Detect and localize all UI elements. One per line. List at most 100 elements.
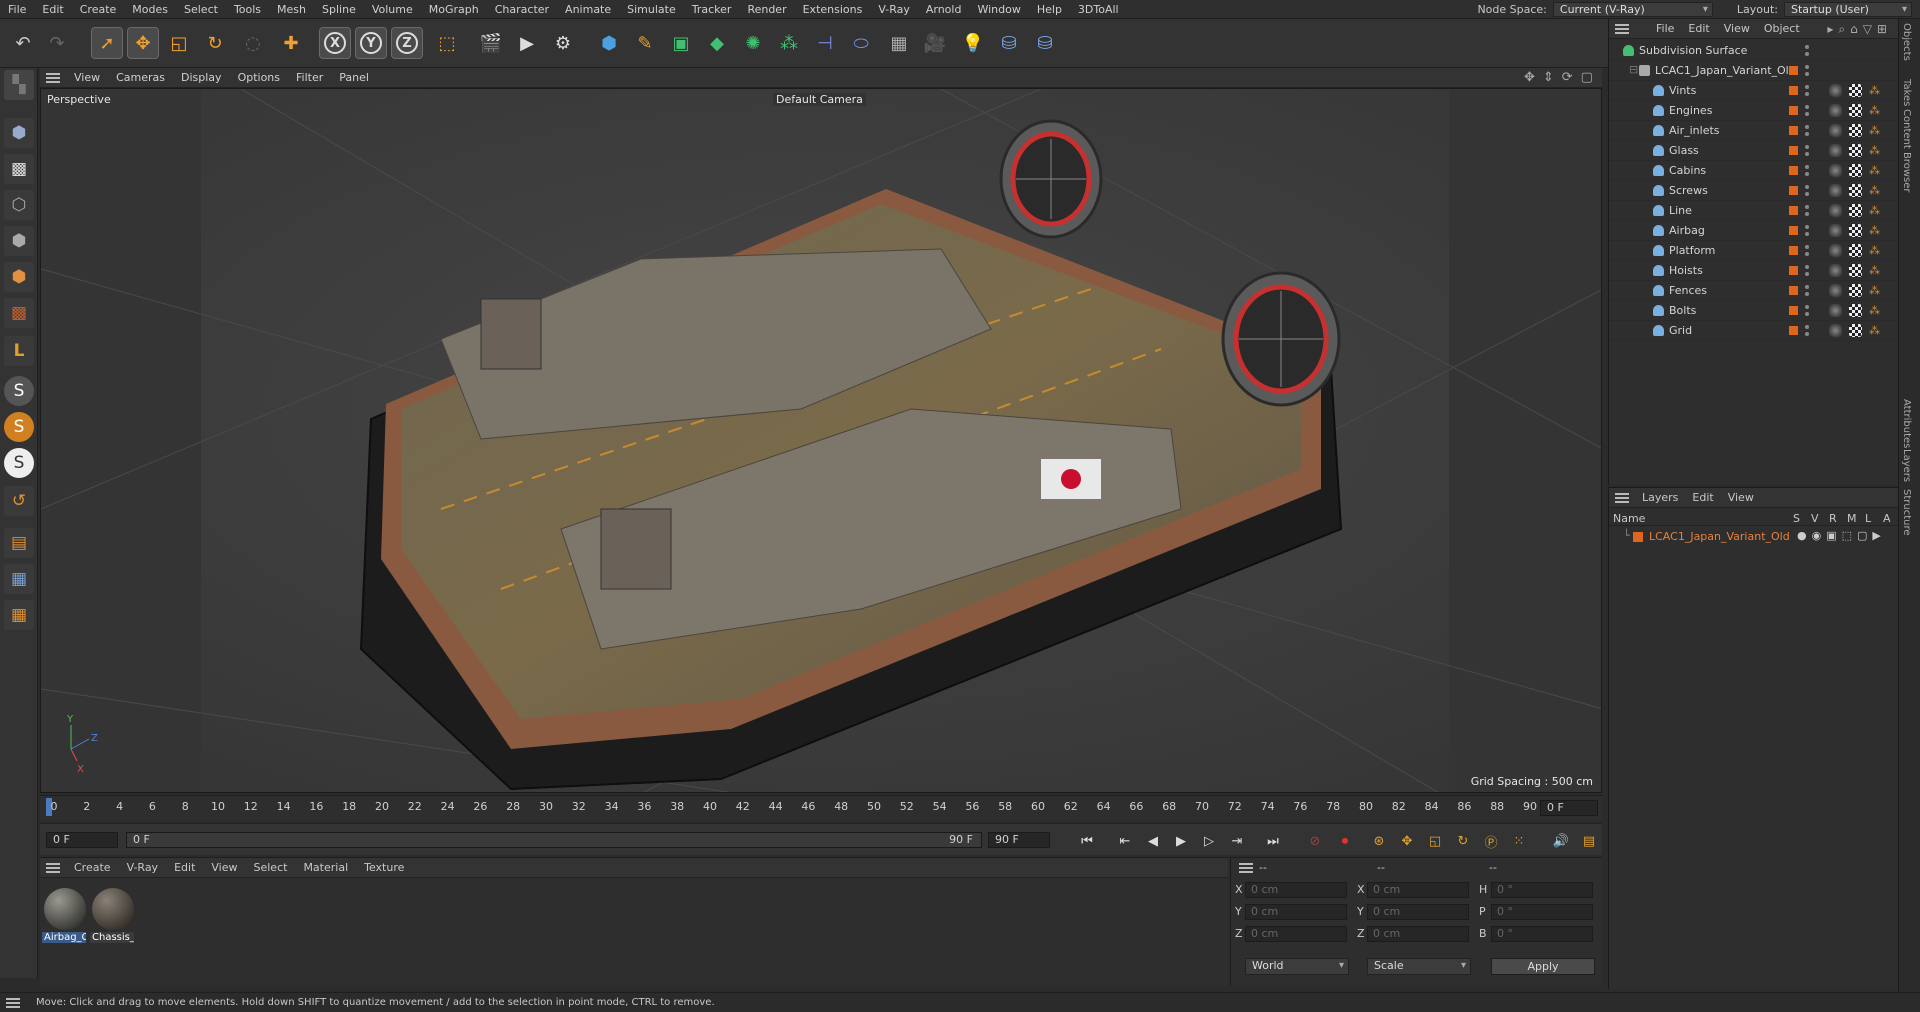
material-menu-select[interactable]: Select [246,861,296,874]
coord-rot-field[interactable]: 0 ° [1491,882,1593,898]
layer-color-square[interactable] [1789,166,1798,175]
object-menu-file[interactable]: File [1649,22,1681,35]
add-tool-icon[interactable]: ✚ [276,28,306,58]
visibility-dots[interactable] [1805,324,1809,338]
object-row[interactable]: Subdivision Surface [1609,41,1899,61]
visibility-dots[interactable] [1805,204,1809,218]
record-disabled-icon[interactable]: ⊘ [1304,830,1326,852]
next-key-icon[interactable]: ⇥ [1226,830,1248,852]
film-strip-icon[interactable]: ▤ [1578,830,1600,852]
current-frame-field[interactable]: 0 F [1540,800,1598,816]
material-menu-texture[interactable]: Texture [356,861,412,874]
material-menu-vray[interactable]: V-Ray [119,861,167,874]
vray-material-tag[interactable] [1829,144,1842,157]
checker-texture-tag[interactable] [1849,244,1862,257]
layer-flag-icons[interactable]: ●◉▣⬚▢▶ [1797,529,1886,542]
viewport-menu-options[interactable]: Options [230,71,288,84]
layer-color-square[interactable] [1789,206,1798,215]
coord-size-field[interactable]: 0 cm [1367,926,1469,942]
object-row[interactable]: Cabins ⁂ [1609,161,1899,181]
side-tab-structure[interactable]: Structure [1901,489,1912,536]
cloner-icon[interactable]: ✺ [738,28,768,58]
mograph-icon[interactable]: ⁂ [774,28,804,58]
quantize-icon[interactable]: S [4,448,34,478]
vray-material-tag[interactable] [1829,284,1842,297]
object-row[interactable]: Line ⁂ [1609,201,1899,221]
render-settings-icon[interactable]: ⚙ [548,28,578,58]
floor-environment-icon[interactable]: ▦ [884,28,914,58]
viewport-menu-cameras[interactable]: Cameras [108,71,173,84]
object-row[interactable]: Bolts ⁂ [1609,301,1899,321]
object-row[interactable]: Vints ⁂ [1609,81,1899,101]
autokey-icon[interactable]: ⏺ [1334,830,1356,852]
extrude-generator-icon[interactable]: ◆ [702,28,732,58]
points-mode-icon[interactable]: ⬢ [4,226,34,256]
object-name[interactable]: Bolts [1669,304,1696,317]
vray-material-tag[interactable] [1829,184,1842,197]
frame-range-slider[interactable]: 0 F 90 F [126,832,982,848]
object-row[interactable]: Hoists ⁂ [1609,261,1899,281]
object-row[interactable]: Grid ⁂ [1609,321,1899,341]
object-name[interactable]: Line [1669,204,1692,217]
workplane-mode-icon[interactable]: ⬡ [4,190,34,220]
menu-3dtoall[interactable]: 3DToAll [1070,3,1127,16]
side-tab-takes[interactable]: Takes [1901,79,1912,106]
camera-label[interactable]: Default Camera [773,93,866,106]
menu-vray[interactable]: V-Ray [870,3,918,16]
visibility-dots[interactable] [1805,64,1809,78]
checker-texture-tag[interactable] [1849,184,1862,197]
object-name[interactable]: Vints [1669,84,1696,97]
polygon-selection-tag[interactable]: ⁂ [1869,104,1882,117]
layer-name[interactable]: LCAC1_Japan_Variant_Old [1649,530,1790,543]
viewport-menu-view[interactable]: View [66,71,108,84]
layer-color-square[interactable] [1789,66,1798,75]
visibility-dots[interactable] [1805,264,1809,278]
checker-texture-tag[interactable] [1849,144,1862,157]
visibility-dots[interactable] [1805,124,1809,138]
material-menu-create[interactable]: Create [66,861,119,874]
make-editable-icon[interactable]: ▚ [4,70,34,100]
polygon-selection-tag[interactable]: ⁂ [1869,184,1882,197]
start-frame-field[interactable]: 0 F [46,832,118,848]
render-view-icon[interactable]: 🎬 [476,28,506,58]
polygon-selection-tag[interactable]: ⁂ [1869,244,1882,257]
model-mode-icon[interactable]: ⬢ [4,118,34,148]
material-menu-material[interactable]: Material [295,861,356,874]
timeline-ruler[interactable]: 0 F 0 2 4 6 8 10 12 14 16 18 20 22 24 26 28 30 32 34 36 38 4… [40,795,1602,821]
camera-icon[interactable]: 🎥 [920,28,950,58]
vray-material-tag[interactable] [1829,104,1842,117]
checker-texture-tag[interactable] [1849,104,1862,117]
menu-mograph[interactable]: MoGraph [421,3,487,16]
vray-material-tag[interactable] [1829,264,1842,277]
vray-material-tag[interactable] [1829,164,1842,177]
material-menu-view[interactable]: View [203,861,245,874]
tweak-mode-icon[interactable]: ↺ [4,486,34,516]
checker-texture-tag[interactable] [1849,284,1862,297]
menu-extensions[interactable]: Extensions [795,3,871,16]
key-parameter-icon[interactable]: Ⓟ [1480,830,1502,852]
node-space-dropdown[interactable]: Current (V-Ray) [1552,2,1713,17]
scale-tool-icon[interactable]: ◱ [164,28,194,58]
object-menu-icon[interactable] [1615,23,1629,34]
layer-row[interactable]: └ LCAC1_Japan_Variant_Old ●◉▣⬚▢▶ [1609,528,1899,546]
checker-texture-tag[interactable] [1849,84,1862,97]
cube-primitive-icon[interactable]: ⬢ [594,28,624,58]
object-row[interactable]: Glass ⁂ [1609,141,1899,161]
vray-material-tag[interactable] [1829,124,1842,137]
object-name[interactable]: Airbag [1669,224,1705,237]
python-script-icon[interactable]: ⛁ [994,28,1024,58]
axis-mode-icon[interactable]: L [4,336,34,366]
snap-icon[interactable]: S [4,376,34,406]
layout-dropdown[interactable]: Startup (User) [1784,2,1912,17]
layer-color-square[interactable] [1789,146,1798,155]
deformer-icon[interactable]: ⊣ [810,28,840,58]
apply-button[interactable]: Apply [1491,958,1595,975]
layer-menu-icon[interactable] [1615,492,1629,503]
object-name[interactable]: Screws [1669,184,1708,197]
object-manager-tools[interactable]: ▸⌕⌂▽⊞ [1827,22,1892,37]
material-menu-edit[interactable]: Edit [166,861,203,874]
polygon-selection-tag[interactable]: ⁂ [1869,84,1882,97]
timeline-icon[interactable]: 🔊 [1550,830,1572,852]
object-row[interactable]: Fences ⁂ [1609,281,1899,301]
object-name[interactable]: Fences [1669,284,1707,297]
